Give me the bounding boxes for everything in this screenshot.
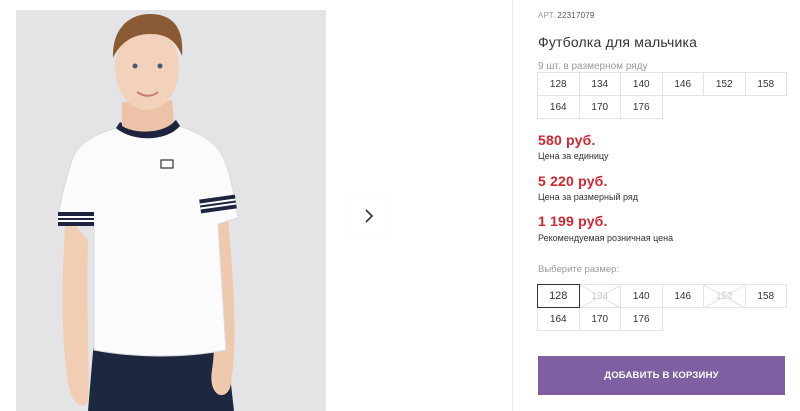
size-row-price-label: Цена за размерный ряд [538,192,639,202]
size-row-grid: 128 134 140 146 152 158 164 170 176 [537,72,787,119]
size-row-cell: 164 [537,95,580,119]
next-image-button[interactable] [350,197,387,235]
size-option-164[interactable]: 164 [537,307,580,331]
size-option-140[interactable]: 140 [620,284,663,308]
article-label: АРТ. [538,11,556,20]
boy-in-tshirt-image [16,10,326,411]
size-row-cell: 170 [578,95,621,119]
size-row-cell: 128 [537,72,580,96]
unit-price: 580 руб. [538,132,596,148]
size-row-cell: 158 [744,72,787,96]
unit-price-label: Цена за единицу [538,151,609,161]
chevron-right-icon [364,209,373,223]
retail-price-label: Рекомендуемая розничная цена [538,233,674,243]
size-row-note: 9 шт. в размерном ряду [538,61,648,72]
size-row-cell: 134 [578,72,621,96]
choose-size-label: Выберите размер: [538,264,620,275]
column-divider [512,0,513,411]
size-option-152-unavailable: 152 [703,284,746,308]
size-row-price: 5 220 руб. [538,173,608,189]
retail-price: 1 199 руб. [538,213,608,229]
size-option-128[interactable]: 128 [537,284,580,308]
size-option-176[interactable]: 176 [620,307,663,331]
size-option-134-unavailable: 134 [578,284,621,308]
size-row-cell: 176 [620,95,663,119]
product-photo [16,10,326,411]
add-to-cart-button[interactable]: ДОБАВИТЬ В КОРЗИНУ [538,356,785,395]
cross-out-icon [704,285,745,308]
size-row-cell: 140 [620,72,663,96]
size-option-146[interactable]: 146 [661,284,704,308]
size-option-158[interactable]: 158 [744,284,787,308]
size-selector: 128 134 140 146 152 158 164 170 176 [537,284,787,331]
size-row-cell: 146 [661,72,704,96]
product-title: Футболка для мальчика [538,34,698,50]
product-gallery [0,0,512,411]
size-option-170[interactable]: 170 [578,307,621,331]
size-row-cell: 152 [703,72,746,96]
article-value: 22317079 [557,11,595,20]
cross-out-icon [579,285,621,308]
article-number: АРТ. 22317079 [538,11,595,20]
